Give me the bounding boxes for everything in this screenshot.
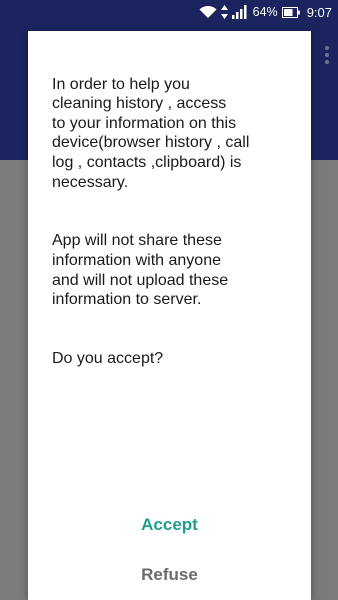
refuse-button[interactable]: Refuse — [28, 555, 311, 595]
status-bar: 64% 9:07 — [0, 0, 338, 24]
battery-icon — [281, 6, 300, 18]
cell-signal-icon — [231, 5, 247, 19]
dialog-message: In order to help you cleaning history , … — [52, 55, 297, 408]
permission-dialog: In order to help you cleaning history , … — [28, 31, 311, 600]
dialog-paragraph-question: Do you accept? — [52, 349, 164, 367]
status-time: 9:07 — [306, 4, 332, 20]
accept-button[interactable]: Accept — [28, 505, 311, 545]
data-transfer-icon — [220, 5, 228, 19]
status-icons: 64% 9:07 — [199, 0, 332, 24]
overflow-menu-icon[interactable] — [324, 46, 330, 66]
wifi-icon — [199, 5, 217, 18]
dialog-paragraph-access: In order to help you cleaning history , … — [52, 75, 250, 191]
dialog-paragraph-privacy: App will not share these information wit… — [52, 232, 229, 309]
battery-percentage: 64% — [252, 5, 278, 19]
